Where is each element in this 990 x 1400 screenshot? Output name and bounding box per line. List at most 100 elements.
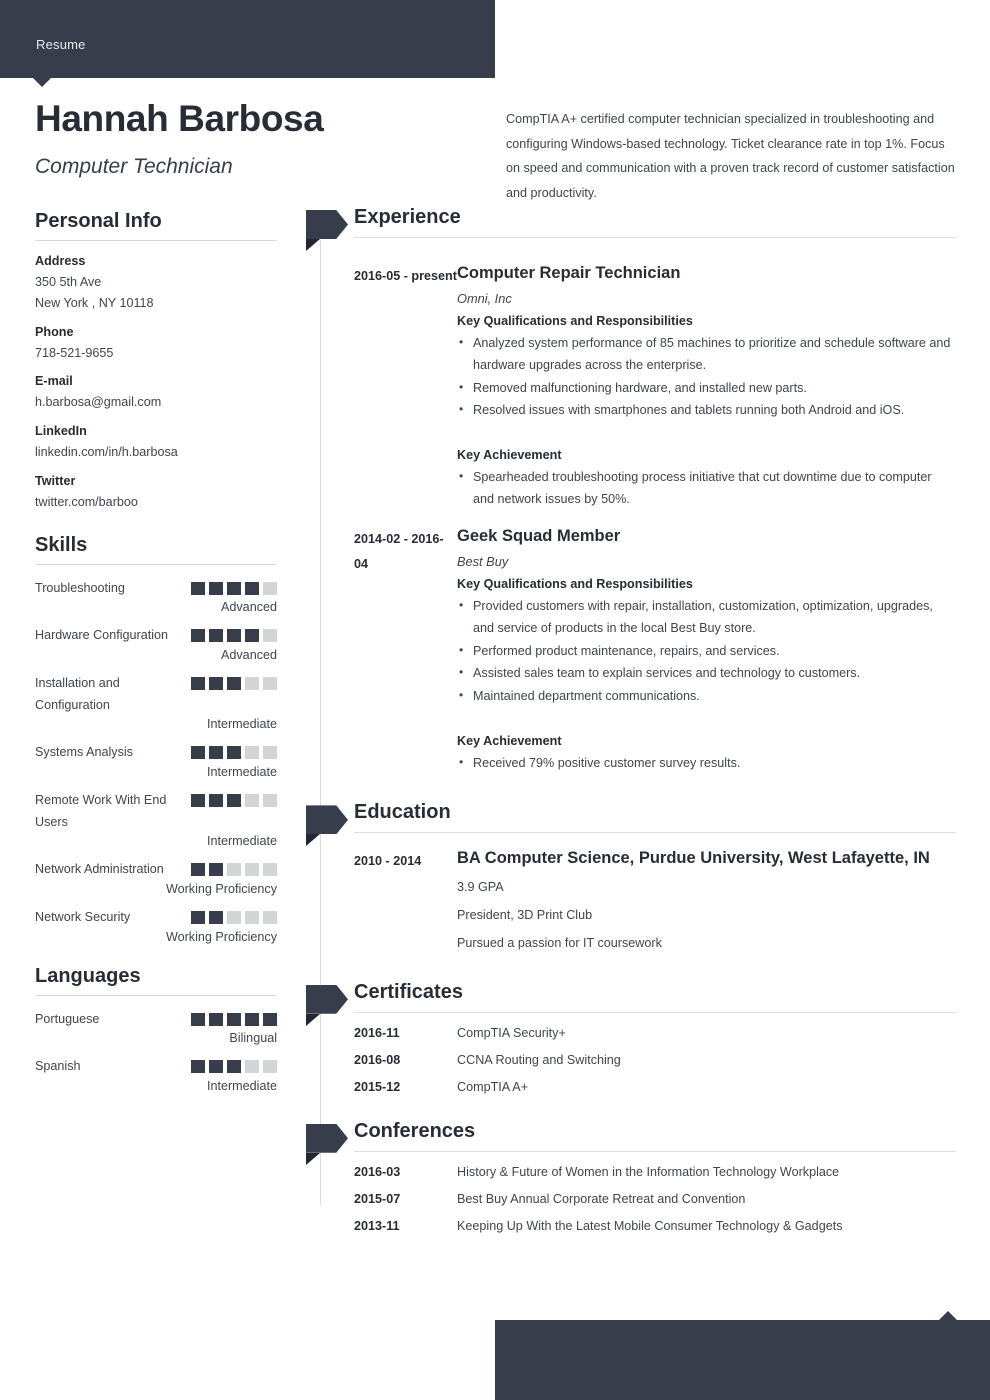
achievement-list: Spearheaded troubleshooting process init… xyxy=(457,466,956,510)
skill-level-label: Intermediate xyxy=(206,1078,277,1093)
rating-square xyxy=(191,581,205,595)
info-value: 350 5th Ave xyxy=(35,275,102,289)
resume-page: Resume Hannah Barbosa Computer Technicia… xyxy=(0,0,990,1400)
certificates-list: 2016-11 CompTIA Security+ 2016-08 CCNA Rout… xyxy=(320,1013,956,1094)
skill-label: Spanish xyxy=(35,1059,81,1074)
skill-rating-meter xyxy=(191,1009,277,1026)
divider xyxy=(35,563,277,565)
top-accent-bar: Resume xyxy=(0,0,495,78)
rating-square xyxy=(227,793,241,807)
certificate-row: 2015-12 CompTIA A+ xyxy=(354,1067,956,1094)
rating-square xyxy=(209,910,223,924)
skills-list: Troubleshooting Advanced Hardware Configur… xyxy=(35,578,277,944)
skill-rating-meter xyxy=(191,859,277,877)
info-value[interactable]: h.barbosa@gmail.com xyxy=(35,392,277,413)
skill-rating-meter xyxy=(191,625,277,643)
experience-list: 2016-05 - present Computer Repair Technic… xyxy=(320,248,956,775)
rating-square xyxy=(209,793,223,807)
list-item: Received 79% positive customer survey re… xyxy=(457,752,956,775)
experience-entry: 2016-05 - present Computer Repair Technic… xyxy=(354,248,956,511)
skill-line: Troubleshooting xyxy=(35,578,277,600)
row-text: Best Buy Annual Corporate Retreat and Co… xyxy=(457,1191,746,1206)
row-text: CompTIA Security+ xyxy=(457,1025,566,1040)
skill-rating-meter xyxy=(191,578,277,595)
skill-rating-meter xyxy=(191,790,277,807)
ribbon-flag-icon xyxy=(306,1123,348,1165)
info-value: 718-521-9655 xyxy=(35,345,114,360)
bottom-bar-notch-icon xyxy=(939,1311,957,1320)
skill-label: Troubleshooting xyxy=(35,580,125,595)
document-type-label: Resume xyxy=(36,37,86,52)
professional-summary: CompTIA A+ certified computer technician… xyxy=(506,112,955,200)
qualifications-list: Analyzed system performance of 85 machin… xyxy=(457,332,956,422)
list-item: Analyzed system performance of 85 machin… xyxy=(457,332,956,376)
skill-row: Troubleshooting Advanced xyxy=(35,578,277,615)
rating-square xyxy=(263,1012,277,1026)
skill-row: Network Administration Working Proficienc… xyxy=(35,859,277,896)
rating-square xyxy=(245,1012,259,1026)
row-text: CCNA Routing and Switching xyxy=(457,1052,621,1067)
list-item: Performed product maintenance, repairs, … xyxy=(457,640,956,663)
row-date: 2016-08 xyxy=(354,1052,401,1067)
rating-square xyxy=(209,581,223,595)
entry-title: Geek Squad Member xyxy=(457,527,621,546)
bottom-accent-bar xyxy=(495,1320,990,1400)
rating-square xyxy=(209,629,223,643)
row-text: CompTIA A+ xyxy=(457,1079,529,1094)
education-entry: 2010 - 2014 BA Computer Science, Purdue U… xyxy=(354,833,956,953)
list-item: Maintained department communications. xyxy=(457,685,956,708)
skill-level-label: Advanced xyxy=(220,600,277,615)
rating-square xyxy=(191,863,205,877)
personal-info-section: Personal Info Address 350 5th Ave New Yo… xyxy=(35,210,277,513)
rating-square xyxy=(227,910,241,924)
row-date: 2013-11 xyxy=(354,1218,400,1233)
entry-organization: Omni, Inc xyxy=(457,291,512,307)
entry-date: 2010 - 2014 xyxy=(354,854,422,869)
rating-square xyxy=(227,1060,241,1074)
entry-date: 2014-02 - 2016-04 xyxy=(354,532,444,571)
row-text: Keeping Up With the Latest Mobile Consum… xyxy=(457,1218,843,1233)
list-item: Spearheaded troubleshooting process init… xyxy=(457,466,956,510)
row-text: History & Future of Women in the Informa… xyxy=(457,1164,840,1179)
rating-square xyxy=(245,629,259,643)
rating-square xyxy=(227,746,241,760)
entry-body: BA Computer Science, Purdue University, … xyxy=(457,847,956,953)
skill-row: Hardware Configuration Advanced xyxy=(35,625,277,662)
education-detail: 3.9 GPA xyxy=(457,879,504,894)
rating-square xyxy=(209,746,223,760)
conferences-list: 2016-03 History & Future of Women in the … xyxy=(320,1152,956,1233)
skill-rating-meter xyxy=(191,1056,277,1074)
skill-line: Hardware Configuration xyxy=(35,625,277,647)
skill-line: Network Security xyxy=(35,907,277,929)
info-value[interactable]: twitter.com/barboo xyxy=(35,492,277,513)
row-date: 2016-03 xyxy=(354,1164,401,1179)
rating-square xyxy=(245,863,259,877)
info-item-twitter: Twitter twitter.com/barboo xyxy=(35,474,277,513)
info-value[interactable]: linkedin.com/in/h.barbosa xyxy=(35,442,277,463)
ribbon-flag-icon xyxy=(306,805,348,847)
rating-square xyxy=(209,676,223,690)
entry-title: Computer Repair Technician xyxy=(457,264,681,282)
skill-line: Systems Analysis xyxy=(35,742,277,764)
certificate-row: 2016-08 CCNA Routing and Switching xyxy=(354,1040,956,1067)
skill-label: Systems Analysis xyxy=(35,745,133,760)
skill-row: Network Security Working Proficiency xyxy=(35,907,277,944)
qualifications-list: Provided customers with repair, installa… xyxy=(457,595,956,708)
sidebar: Personal Info Address 350 5th Ave New Yo… xyxy=(35,210,277,1104)
entry-body: Geek Squad Member Best Buy Key Qualificati… xyxy=(457,525,956,775)
list-item: Assisted sales team to explain services … xyxy=(457,662,956,685)
info-label: LinkedIn xyxy=(35,424,87,439)
skill-line: Remote Work With End Users xyxy=(35,790,277,833)
skill-row: Portuguese Bilingual xyxy=(35,1009,277,1045)
skill-level-label: Working Proficiency xyxy=(165,929,277,944)
rating-square xyxy=(263,746,277,760)
skill-level-label: Intermediate xyxy=(206,717,277,732)
languages-heading: Languages xyxy=(35,964,141,987)
rating-square xyxy=(191,746,205,760)
certificates-section: Certificates 2016-11 CompTIA Security+ 201… xyxy=(306,981,956,1094)
rating-square xyxy=(209,1060,223,1074)
education-detail: Pursued a passion for IT coursework xyxy=(457,935,662,950)
skill-level-label: Intermediate xyxy=(206,834,277,849)
skill-row: Installation and Configuration Intermedia… xyxy=(35,673,277,731)
